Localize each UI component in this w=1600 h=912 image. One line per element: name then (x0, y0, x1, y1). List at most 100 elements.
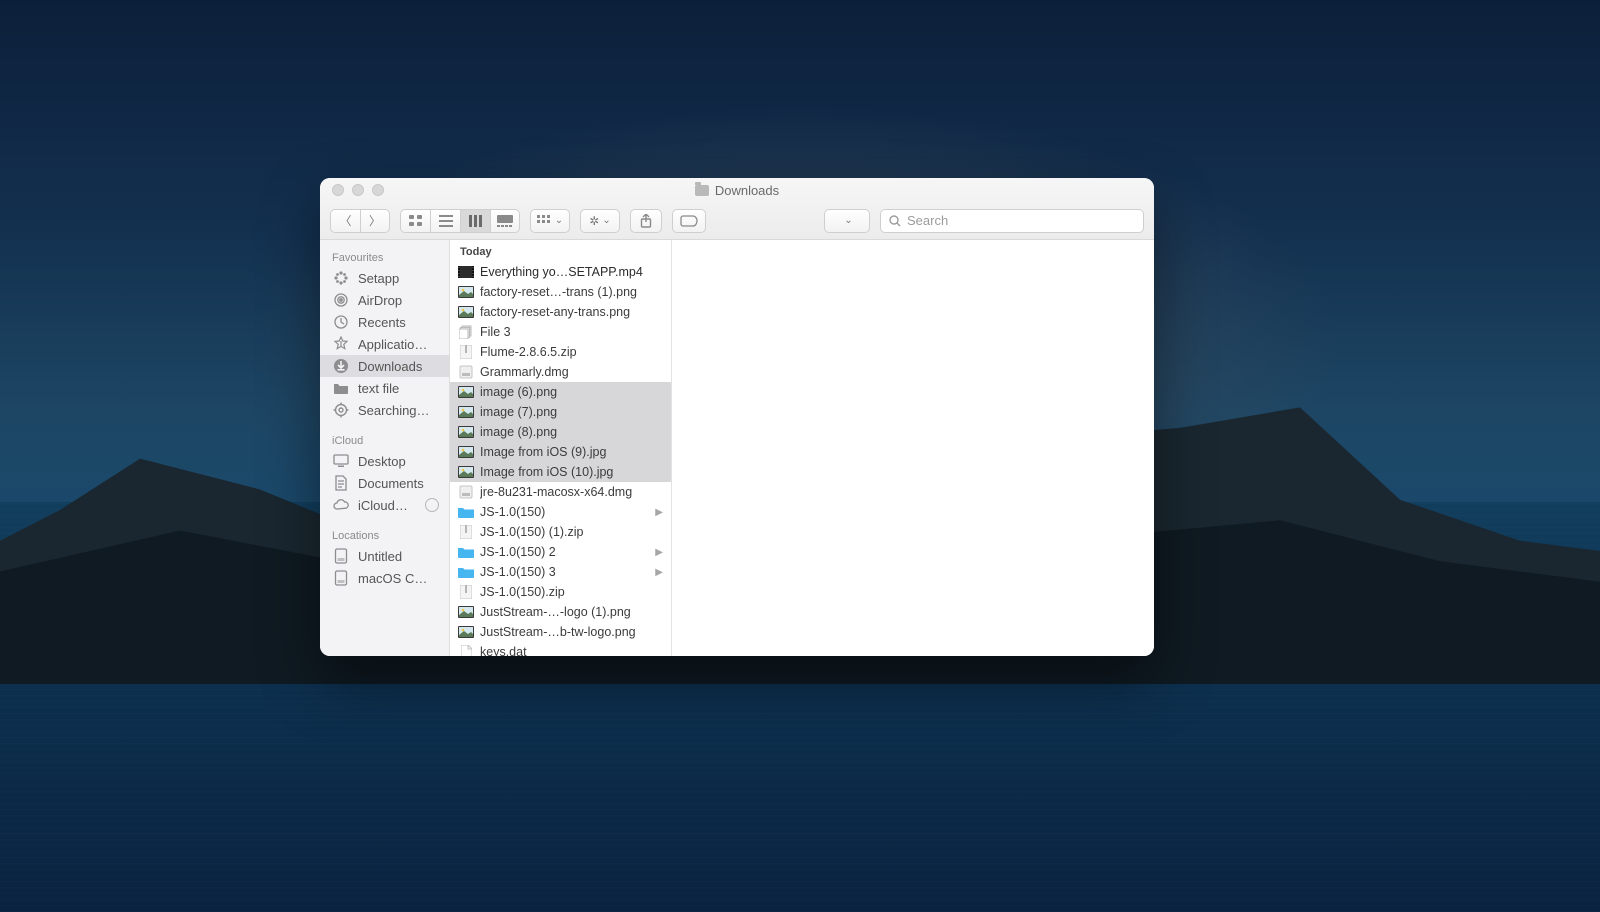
file-row[interactable]: Grammarly.dmg (450, 362, 671, 382)
img-file-icon (458, 605, 474, 619)
desktop-icon (332, 453, 350, 469)
sidebar-item-airdrop[interactable]: AirDrop (320, 289, 449, 311)
sidebar-item-disk[interactable]: Untitled (320, 545, 449, 567)
file-list[interactable]: Everything yo…SETAPP.mp4 factory-reset…-t… (450, 262, 671, 656)
file-row[interactable]: File 3 (450, 322, 671, 342)
file-row[interactable]: JS-1.0(150) 2 ▶ (450, 542, 671, 562)
file-row[interactable]: image (6).png (450, 382, 671, 402)
folder-file-icon (458, 565, 474, 579)
view-icons-button[interactable] (400, 209, 430, 233)
sidebar-item-setapp[interactable]: Setapp (320, 267, 449, 289)
search-field[interactable]: Search (880, 209, 1144, 233)
finder-window[interactable]: Downloads 〈 〉 (320, 178, 1154, 656)
sidebar-item-label: Desktop (358, 454, 406, 469)
sidebar-item-label: Setapp (358, 271, 399, 286)
sidebar-item-downloads[interactable]: Downloads (320, 355, 449, 377)
sidebar-item-label: Downloads (358, 359, 422, 374)
file-row[interactable]: Image from iOS (9).jpg (450, 442, 671, 462)
file-row[interactable]: image (7).png (450, 402, 671, 422)
file-name: Everything yo…SETAPP.mp4 (480, 265, 663, 279)
img-file-icon (458, 285, 474, 299)
file-row[interactable]: JS-1.0(150) (1).zip (450, 522, 671, 542)
view-columns-button[interactable] (460, 209, 490, 233)
sidebar-item-label: Recents (358, 315, 406, 330)
img-file-icon (458, 625, 474, 639)
file-column[interactable]: Today Everything yo…SETAPP.mp4factory-re… (450, 240, 672, 656)
file-name: JS-1.0(150) (1).zip (480, 525, 663, 539)
expand-icon: ▶ (655, 507, 663, 518)
file-row[interactable]: image (8).png (450, 422, 671, 442)
view-list-button[interactable] (430, 209, 460, 233)
file-name: factory-reset-any-trans.png (480, 305, 663, 319)
video-file-icon (458, 265, 474, 279)
expand-icon: ▶ (655, 567, 663, 578)
file-name: JS-1.0(150).zip (480, 585, 663, 599)
file-row[interactable]: Everything yo…SETAPP.mp4 (450, 262, 671, 282)
sidebar-item-label: Searching… (358, 403, 430, 418)
img-file-icon (458, 405, 474, 419)
search-placeholder: Search (907, 213, 948, 228)
zip-file-icon (458, 345, 474, 359)
chevron-left-icon: 〈 (339, 215, 351, 227)
file-name: jre-8u231-macosx-x64.dmg (480, 485, 663, 499)
file-row[interactable]: JS-1.0(150) ▶ (450, 502, 671, 522)
sidebar-item-folder[interactable]: text file (320, 377, 449, 399)
zip-file-icon (458, 585, 474, 599)
chevron-down-icon: ⌄ (555, 215, 563, 226)
search-icon (889, 215, 901, 227)
forward-button[interactable]: 〉 (360, 209, 390, 233)
gallery-icon (497, 215, 513, 227)
back-button[interactable]: 〈 (330, 209, 360, 233)
toolbar: 〈 〉 (320, 202, 1154, 239)
file-row[interactable]: JustStream-…-logo (1).png (450, 602, 671, 622)
file-row[interactable]: JS-1.0(150).zip (450, 582, 671, 602)
sidebar-item-apps[interactable]: Applicatio… (320, 333, 449, 355)
sidebar-item-gear[interactable]: Searching… (320, 399, 449, 421)
file-name: image (6).png (480, 385, 663, 399)
file-row[interactable]: JS-1.0(150) 3▶ (450, 562, 671, 582)
expand-icon: ▶ (655, 547, 663, 558)
nav-buttons: 〈 〉 (330, 209, 390, 233)
path-dropdown[interactable]: ⌄ (824, 209, 870, 233)
file-name: keys.dat (480, 645, 663, 656)
docs-icon (332, 475, 350, 491)
view-switcher[interactable] (400, 209, 520, 233)
sidebar-item-label: AirDrop (358, 293, 402, 308)
file-row[interactable]: factory-reset…-trans (1).png (450, 282, 671, 302)
file-row[interactable]: jre-8u231-macosx-x64.dmg (450, 482, 671, 502)
arrange-icon (537, 215, 552, 227)
file-name: Image from iOS (9).jpg (480, 445, 663, 459)
sidebar-item-cloud[interactable]: iCloud… (320, 494, 449, 516)
airdrop-icon (332, 292, 350, 308)
sidebar-item-recents[interactable]: Recents (320, 311, 449, 333)
file-name: JS-1.0(150) (480, 505, 649, 519)
list-icon (439, 215, 453, 227)
file-name: File 3 (480, 325, 663, 339)
view-gallery-button[interactable] (490, 209, 520, 233)
file-row[interactable]: Image from iOS (10).jpg (450, 462, 671, 482)
doc-file-icon (458, 645, 474, 656)
sidebar-item-desktop[interactable]: Desktop (320, 450, 449, 472)
file-name: image (8).png (480, 425, 663, 439)
chevron-down-icon: ⌄ (844, 215, 852, 226)
sidebar-item-label: Applicatio… (358, 337, 427, 352)
img-file-icon (458, 385, 474, 399)
action-button[interactable]: ✲ ⌄ (580, 209, 620, 233)
sidebar-item-docs[interactable]: Documents (320, 472, 449, 494)
sidebar-item-disk[interactable]: macOS C… (320, 567, 449, 589)
file-name: JS-1.0(150) 2 (480, 545, 649, 559)
tags-button[interactable] (672, 209, 706, 233)
dmg-file-icon (458, 365, 474, 379)
file-row[interactable]: factory-reset-any-trans.png (450, 302, 671, 322)
chevron-down-icon: ⌄ (602, 215, 610, 226)
sidebar-item-label: iCloud… (358, 498, 408, 513)
arrange-button[interactable]: ⌄ (530, 209, 570, 233)
file-row[interactable]: JustStream-…b-tw-logo.png (450, 622, 671, 642)
sidebar[interactable]: FavouritesSetappAirDropRecentsApplicatio… (320, 240, 450, 656)
file-row[interactable]: keys.dat (450, 642, 671, 656)
share-button[interactable] (630, 209, 662, 233)
file-name: Grammarly.dmg (480, 365, 663, 379)
file-row[interactable]: Flume-2.8.6.5.zip (450, 342, 671, 362)
desktop: Downloads 〈 〉 (0, 0, 1600, 912)
img-file-icon (458, 465, 474, 479)
